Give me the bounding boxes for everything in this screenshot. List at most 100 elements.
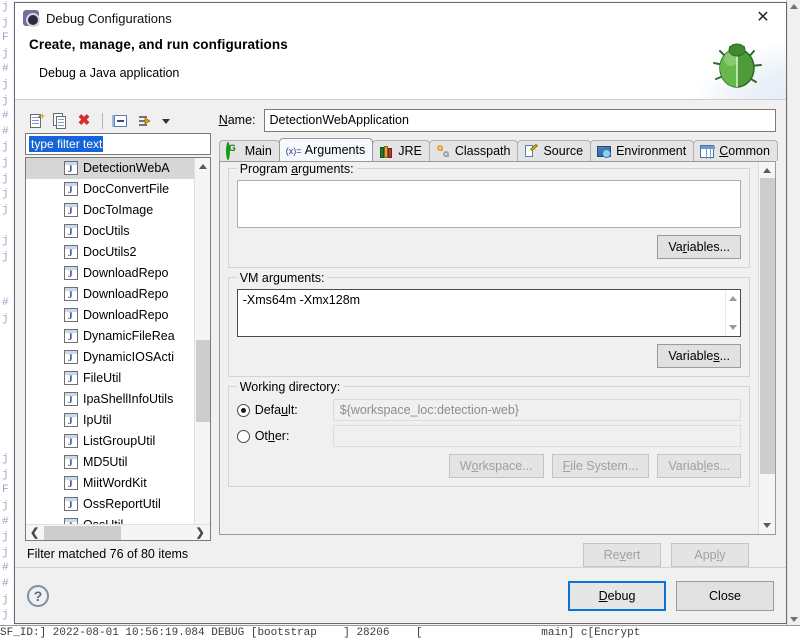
revert-button[interactable]: Re v ert: [583, 543, 661, 567]
tree-item-8[interactable]: DynamicFileRea: [26, 326, 210, 347]
vm-arguments-scrollbar[interactable]: [725, 290, 740, 336]
tree-scroll-right-icon[interactable]: ❯: [195, 528, 204, 539]
vm-arguments-value: -Xms64m -Xmx128m: [242, 293, 361, 307]
tab-panel-scrollbar[interactable]: [758, 162, 775, 534]
tree-hscroll-thumb[interactable]: [44, 526, 121, 540]
java-class-icon: [64, 476, 78, 491]
tab-jre-label: JRE: [398, 144, 422, 158]
filter-input-value: type filter text: [29, 135, 104, 152]
tree-horizontal-scrollbar[interactable]: ❮ ❯: [26, 524, 210, 540]
apply-button[interactable]: App l y: [671, 543, 749, 567]
vm-arguments-buttons: Variable s...: [237, 344, 741, 368]
other-directory-input[interactable]: [332, 425, 741, 447]
apply-revert-bar: Re v ert App l y: [219, 535, 776, 567]
tree-scroll-up-icon[interactable]: [198, 163, 207, 169]
other-radio[interactable]: [236, 429, 250, 443]
scroll-down-icon[interactable]: [790, 617, 798, 622]
dialog-header: Create, manage, and run configurations D…: [15, 33, 786, 100]
tree-item-6[interactable]: DownloadRepo: [26, 284, 210, 305]
configurations-pane: + ✖ type filter text J DetectionWebA J D…: [25, 108, 211, 567]
tree-item-2[interactable]: DocToImage: [26, 200, 210, 221]
tree-scroll-left-icon[interactable]: ❮: [30, 528, 39, 539]
dialog-footer-buttons: Debug Close: [568, 580, 774, 611]
filter-launch-configurations-icon[interactable]: [136, 112, 154, 130]
tree-item-4[interactable]: DocUtils2: [26, 242, 210, 263]
collapse-all-icon[interactable]: [112, 112, 130, 130]
configuration-tabs: Main (x)= Arguments JRE Classpath: [218, 138, 778, 161]
tree-item-0[interactable]: DetectionWebA: [26, 157, 210, 179]
other-radio-label[interactable]: Other:: [255, 429, 333, 443]
search-input[interactable]: type filter text: [25, 133, 211, 155]
tree-item-label: OssReportUtil: [83, 497, 161, 512]
scroll-up-icon[interactable]: [790, 4, 798, 9]
tree-item-14[interactable]: MD5Util: [26, 452, 210, 473]
working-directory-other-row: Other:: [236, 425, 741, 447]
tab-environment[interactable]: Environment: [590, 140, 695, 161]
default-radio[interactable]: [236, 403, 250, 417]
tree-item-1[interactable]: DocConvertFile: [26, 179, 210, 200]
program-arguments-input[interactable]: [236, 180, 741, 228]
panel-scroll-up-icon[interactable]: [763, 168, 771, 173]
workspace-button[interactable]: Wo rkspace...: [448, 454, 544, 478]
background-scrollbar[interactable]: [786, 0, 800, 626]
tab-common[interactable]: Common: [693, 140, 778, 161]
panel-scroll-down-icon[interactable]: [763, 523, 771, 528]
default-radio-label[interactable]: Default:: [255, 403, 333, 417]
tab-classpath[interactable]: Classpath: [428, 140, 519, 161]
filter-status-text: Filter matched 76 of 80 items: [27, 547, 189, 561]
tree-item-13[interactable]: ListGroupUtil: [26, 431, 210, 452]
dialog-footer: ? Debug Close: [15, 567, 786, 623]
tab-source[interactable]: Source: [517, 140, 592, 161]
scroll-down-icon[interactable]: [729, 325, 737, 330]
program-variables-button[interactable]: Va r iables...: [657, 235, 741, 259]
close-icon[interactable]: ✕: [740, 3, 786, 33]
toolbar-separator: [102, 112, 103, 129]
tree-item-10[interactable]: FileUtil: [26, 368, 210, 389]
tree-item-15[interactable]: MiitWordKit: [26, 473, 210, 494]
tab-source-label: Source: [543, 144, 584, 158]
tab-main[interactable]: Main: [218, 140, 280, 161]
close-button[interactable]: Close: [676, 580, 774, 611]
configurations-tree[interactable]: DetectionWebA DocConvertFile DocToImage Doc…: [25, 156, 211, 541]
default-directory-value: ${workspace_loc:detection-web}: [332, 399, 741, 421]
scroll-up-icon[interactable]: [729, 296, 737, 301]
tree-item-16[interactable]: OssReportUtil: [26, 494, 210, 515]
vm-variables-button[interactable]: Variable s...: [657, 344, 741, 368]
tree-item-label: MD5Util: [83, 455, 128, 470]
java-class-icon: [64, 266, 78, 281]
tree-item-11[interactable]: IpaShellInfoUtils: [26, 389, 210, 410]
delete-configuration-icon[interactable]: ✖: [75, 112, 93, 130]
new-configuration-icon[interactable]: +: [27, 111, 45, 130]
tree-item-label: ListGroupUtil: [83, 434, 156, 449]
name-input[interactable]: DetectionWebApplication: [263, 108, 776, 132]
file-system-button[interactable]: File System...: [551, 454, 650, 478]
debug-configurations-dialog: Debug Configurations ✕ Create, manage, a…: [14, 2, 787, 624]
working-directory-label: Working directory:: [236, 380, 344, 394]
duplicate-configuration-icon[interactable]: [51, 112, 69, 130]
directory-variables-button[interactable]: Variab l es...: [657, 454, 741, 478]
tree-item-3[interactable]: DocUtils: [26, 221, 210, 242]
tree-item-label: FileUtil: [83, 371, 122, 386]
panel-scroll-thumb[interactable]: [760, 178, 775, 474]
vm-arguments-input[interactable]: -Xms64m -Xmx128m: [236, 289, 741, 337]
view-menu-chevron-icon[interactable]: [160, 112, 170, 130]
debug-button[interactable]: Debug: [568, 580, 666, 611]
tree-vertical-scrollbar[interactable]: [193, 157, 210, 540]
configurations-tree-list[interactable]: DetectionWebA DocConvertFile DocToImage Doc…: [26, 157, 210, 524]
tab-jre[interactable]: JRE: [372, 140, 430, 161]
tree-item-5[interactable]: DownloadRepo: [26, 263, 210, 284]
tree-item-label: DownloadRepo: [83, 287, 169, 302]
configuration-editor-pane: Name: DetectionWebApplication Main (x)= …: [218, 108, 778, 567]
tab-arguments[interactable]: (x)= Arguments: [278, 138, 374, 161]
tree-item-label: DocConvertFile: [83, 182, 170, 197]
jre-tab-icon: [379, 144, 394, 159]
tree-item-7[interactable]: DownloadRepo: [26, 305, 210, 326]
tree-item-17[interactable]: OssUtil: [26, 515, 210, 524]
tree-item-12[interactable]: IpUtil: [26, 410, 210, 431]
background-code-text: j j F j # j j # # j j j j j j j # j j j …: [2, 1, 9, 637]
tree-item-9[interactable]: DynamicIOSActi: [26, 347, 210, 368]
tree-scroll-thumb[interactable]: [195, 339, 210, 422]
tab-arguments-label: Arguments: [304, 143, 366, 157]
tree-item-label: IpaShellInfoUtils: [83, 392, 174, 407]
help-icon[interactable]: ?: [27, 584, 49, 607]
